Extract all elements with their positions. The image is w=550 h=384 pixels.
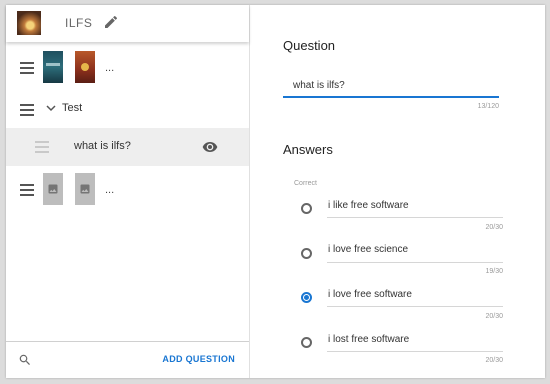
answer-input[interactable]: i like free software — [328, 200, 409, 211]
question-label: what is ilfs? — [74, 140, 131, 152]
drag-handle-icon[interactable] — [35, 141, 49, 153]
answer-char-counter: 20/30 — [485, 313, 503, 320]
list-item[interactable]: ... — [6, 49, 249, 85]
item-ellipsis: ... — [105, 62, 115, 74]
add-question-button[interactable]: ADD QUESTION — [162, 354, 235, 364]
image-icon — [48, 184, 58, 194]
drag-handle-icon[interactable] — [20, 104, 34, 116]
drag-handle-icon[interactable] — [20, 62, 34, 74]
quiz-title: ILFS — [65, 16, 93, 30]
answer-input[interactable]: i lost free software — [328, 334, 409, 345]
answer-char-counter: 20/30 — [485, 224, 503, 231]
answer-input[interactable]: i love free software — [328, 289, 412, 300]
correct-column-label: Correct — [294, 180, 317, 187]
correct-radio[interactable] — [301, 248, 312, 259]
edit-icon[interactable] — [103, 14, 119, 30]
question-heading: Question — [283, 38, 336, 53]
item-ellipsis: ... — [105, 184, 115, 196]
answer-input-underline — [327, 262, 503, 263]
eye-icon[interactable] — [202, 139, 218, 155]
search-icon[interactable] — [18, 353, 32, 367]
question-char-counter: 13/120 — [477, 103, 499, 110]
answer-input[interactable]: i love free science — [328, 244, 408, 255]
quiz-avatar[interactable] — [17, 11, 41, 35]
image-placeholder — [75, 173, 95, 205]
correct-radio-selected[interactable] — [301, 292, 312, 303]
image-placeholder — [43, 173, 63, 205]
list-footer: ADD QUESTION — [6, 341, 249, 378]
header: ILFS — [6, 5, 249, 42]
list-item-selected[interactable]: what is ilfs? — [6, 128, 249, 166]
question-list-panel: ILFS ... Test what is ilfs? ... ADD QUES… — [6, 5, 250, 378]
answer-input-underline — [327, 351, 503, 352]
image-thumbnail — [43, 51, 63, 83]
drag-handle-icon[interactable] — [20, 184, 34, 196]
section-label: Test — [62, 102, 83, 114]
answer-char-counter: 19/30 — [485, 268, 503, 275]
image-thumbnail — [75, 51, 95, 83]
section-item[interactable]: Test — [6, 97, 249, 121]
chevron-down-icon[interactable] — [46, 104, 56, 112]
answer-input-underline — [327, 217, 503, 218]
list-item[interactable]: ... — [6, 171, 249, 207]
answer-input-underline — [327, 306, 503, 307]
correct-radio[interactable] — [301, 203, 312, 214]
question-input[interactable]: what is ilfs? — [293, 80, 345, 91]
question-editor-panel: Question what is ilfs? 13/120 Answers Co… — [250, 5, 545, 378]
image-icon — [80, 184, 90, 194]
app-window: ILFS ... Test what is ilfs? ... ADD QUES… — [6, 5, 545, 378]
answer-char-counter: 20/30 — [485, 357, 503, 364]
question-input-underline — [283, 96, 499, 98]
answers-heading: Answers — [283, 142, 333, 157]
correct-radio[interactable] — [301, 337, 312, 348]
